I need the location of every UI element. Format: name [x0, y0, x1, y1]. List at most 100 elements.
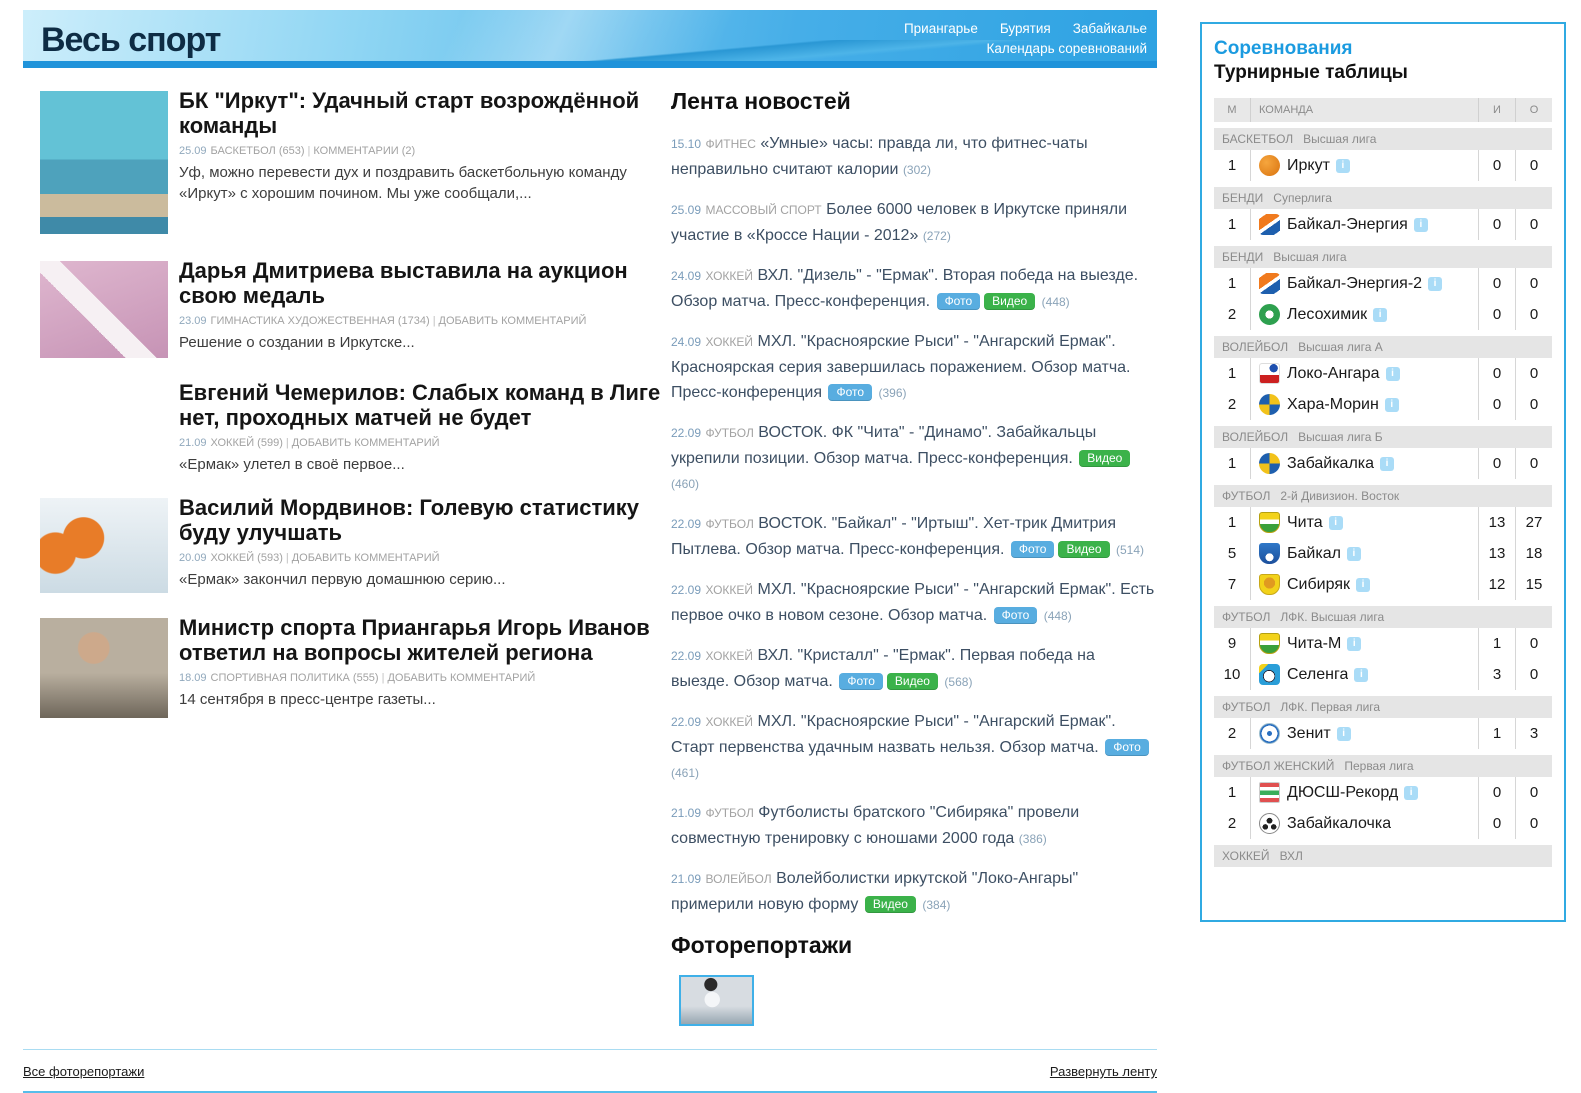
article-category[interactable]: СПОРТИВНАЯ ПОЛИТИКА (555): [211, 672, 379, 684]
article-comments-link[interactable]: ДОБАВИТЬ КОММЕНТАРИЙ: [387, 672, 535, 684]
media-badge[interactable]: Фото: [828, 384, 873, 401]
team-games-value: 12: [1478, 569, 1515, 600]
team-name-link[interactable]: Забайкалочка: [1287, 815, 1391, 833]
nav-region-link[interactable]: Бурятия: [1000, 21, 1051, 36]
news-category[interactable]: ХОККЕЙ: [705, 269, 753, 283]
team-name-link[interactable]: Иркут: [1287, 157, 1330, 175]
article-comments-link[interactable]: ДОБАВИТЬ КОММЕНТАРИЙ: [292, 437, 440, 449]
article-title[interactable]: Министр спорта Приангарья Игорь Иванов о…: [179, 615, 671, 665]
article-category[interactable]: ХОККЕЙ (593): [211, 552, 283, 564]
news-date: 22.09: [671, 583, 702, 597]
news-date: 25.09: [671, 203, 702, 217]
team-points-value: 0: [1515, 808, 1552, 839]
media-badge[interactable]: Видео: [984, 293, 1036, 310]
team-rank: 5: [1227, 545, 1237, 562]
article-category[interactable]: ГИМНАСТИКА ХУДОЖЕСТВЕННАЯ (1734): [211, 315, 430, 327]
standings-header-link[interactable]: Соревнования: [1214, 38, 1552, 60]
news-category[interactable]: ВОЛЕЙБОЛ: [705, 872, 771, 886]
team-name-link[interactable]: Хара-Морин: [1287, 396, 1379, 414]
news-category[interactable]: ХОККЕЙ: [705, 335, 753, 349]
team-name-link[interactable]: Чита-М: [1287, 635, 1341, 653]
news-category[interactable]: ХОККЕЙ: [705, 583, 753, 597]
article-thumbnail[interactable]: [40, 91, 168, 234]
article-thumbnail[interactable]: [40, 498, 168, 593]
nav-region-link[interactable]: Забайкалье: [1073, 21, 1147, 36]
article-title[interactable]: Василий Мордвинов: Голевую статистику бу…: [179, 495, 671, 545]
standings-group-header: ФУТБОЛ ЖЕНСКИЙ Первая лига: [1214, 755, 1552, 777]
team-name-link[interactable]: ДЮСШ-Рекорд: [1287, 784, 1398, 802]
media-badge[interactable]: Фото: [1010, 541, 1055, 558]
team-name-link[interactable]: Сибиряк: [1287, 576, 1350, 594]
team-games-value: 3: [1478, 659, 1515, 690]
news-views-count: (448): [1043, 609, 1072, 623]
expand-feed-link[interactable]: Развернуть ленту: [1050, 1064, 1157, 1079]
article-title[interactable]: Дарья Дмитриева выставила на аукцион сво…: [179, 258, 671, 308]
header-nav-row-regions: Приангарье Бурятия Забайкалье: [904, 19, 1147, 39]
team-info-icon[interactable]: i: [1346, 546, 1361, 561]
news-category[interactable]: ФИТНЕС: [705, 137, 755, 151]
standings-row: 1 Локо-Ангара i 0 0: [1214, 358, 1552, 389]
meta-separator: |: [307, 145, 311, 157]
media-badge[interactable]: Фото: [993, 607, 1038, 624]
team-name-link[interactable]: Селенга: [1287, 666, 1348, 684]
nav-region-link[interactable]: Приангарье: [904, 21, 978, 36]
team-rank: 2: [1227, 306, 1237, 323]
team-name-link[interactable]: Забайкалка: [1287, 455, 1374, 473]
article-thumbnail[interactable]: [40, 618, 168, 718]
media-badge[interactable]: Видео: [886, 673, 938, 690]
team-info-icon[interactable]: i: [1384, 397, 1399, 412]
team-cell: Зенит i: [1250, 718, 1478, 749]
article-title[interactable]: Евгений Чемерилов: Слабых команд в Лиге …: [179, 380, 671, 430]
article-comments-link[interactable]: КОММЕНТАРИИ (2): [313, 145, 415, 157]
team-info-icon[interactable]: i: [1355, 577, 1370, 592]
photo-report-thumbnail[interactable]: [679, 975, 754, 1026]
article-thumbnail[interactable]: [40, 261, 168, 358]
team-info-icon[interactable]: i: [1328, 515, 1343, 530]
article-category[interactable]: БАСКЕТБОЛ (653): [211, 145, 305, 157]
article-comments-link[interactable]: ДОБАВИТЬ КОММЕНТАРИЙ: [439, 315, 587, 327]
article-comments-link[interactable]: ДОБАВИТЬ КОММЕНТАРИЙ: [292, 552, 440, 564]
team-info-icon[interactable]: i: [1404, 785, 1419, 800]
team-info-icon[interactable]: i: [1336, 726, 1351, 741]
team-name-link[interactable]: Байкал: [1287, 545, 1341, 563]
team-name-link[interactable]: Локо-Ангара: [1287, 365, 1380, 383]
team-name-link[interactable]: Лесохимик: [1287, 306, 1367, 324]
team-rank: 1: [1227, 157, 1237, 174]
news-category[interactable]: МАССОВЫЙ СПОРТ: [705, 203, 821, 217]
media-badge[interactable]: Фото: [839, 673, 883, 690]
team-info-icon[interactable]: i: [1428, 276, 1443, 291]
team-info-icon[interactable]: i: [1347, 636, 1362, 651]
all-photo-reports-link[interactable]: Все фоторепортажи: [23, 1064, 144, 1079]
news-category[interactable]: ХОККЕЙ: [705, 649, 753, 663]
media-badge[interactable]: Видео: [864, 896, 916, 913]
team-name-link[interactable]: Зенит: [1287, 725, 1331, 743]
media-badge[interactable]: Фото: [1105, 739, 1149, 756]
team-info-icon[interactable]: i: [1413, 217, 1428, 232]
team-name-link[interactable]: Байкал-Энергия: [1287, 216, 1408, 234]
team-info-icon[interactable]: i: [1354, 667, 1369, 682]
team-rank: 1: [1227, 455, 1237, 472]
article-meta: 25.09 БАСКЕТБОЛ (653) | КОММЕНТАРИИ (2): [179, 145, 671, 157]
article-category[interactable]: ХОККЕЙ (599): [211, 437, 283, 449]
media-badge[interactable]: Видео: [1058, 541, 1110, 558]
media-badge[interactable]: Фото: [936, 293, 981, 310]
team-info-icon[interactable]: i: [1373, 307, 1388, 322]
team-name-link[interactable]: Байкал-Энергия-2: [1287, 275, 1422, 293]
news-category[interactable]: ФУТБОЛ: [705, 426, 753, 440]
article-meta: 18.09 СПОРТИВНАЯ ПОЛИТИКА (555) | ДОБАВИТЬ …: [179, 672, 671, 684]
news-category[interactable]: ХОККЕЙ: [705, 715, 753, 729]
media-badge[interactable]: Видео: [1079, 450, 1131, 467]
team-info-icon[interactable]: i: [1385, 366, 1400, 381]
nav-calendar-link[interactable]: Календарь соревнований: [986, 41, 1147, 56]
group-league-label: Высшая лига Б: [1298, 430, 1383, 444]
team-points-value: 0: [1515, 209, 1552, 240]
team-info-icon[interactable]: i: [1335, 158, 1350, 173]
news-category[interactable]: ФУТБОЛ: [705, 806, 753, 820]
standings-group-header: ФУТБОЛ ЛФК. Высшая лига: [1214, 606, 1552, 628]
article-excerpt: «Ермак» улетел в своё первое...: [179, 456, 405, 473]
news-category[interactable]: ФУТБОЛ: [705, 517, 753, 531]
team-info-icon[interactable]: i: [1380, 456, 1395, 471]
photo-reports-row: [679, 975, 1155, 1031]
team-name-link[interactable]: Чита: [1287, 514, 1323, 532]
article-title[interactable]: БК "Иркут": Удачный старт возрождённой к…: [179, 88, 671, 138]
